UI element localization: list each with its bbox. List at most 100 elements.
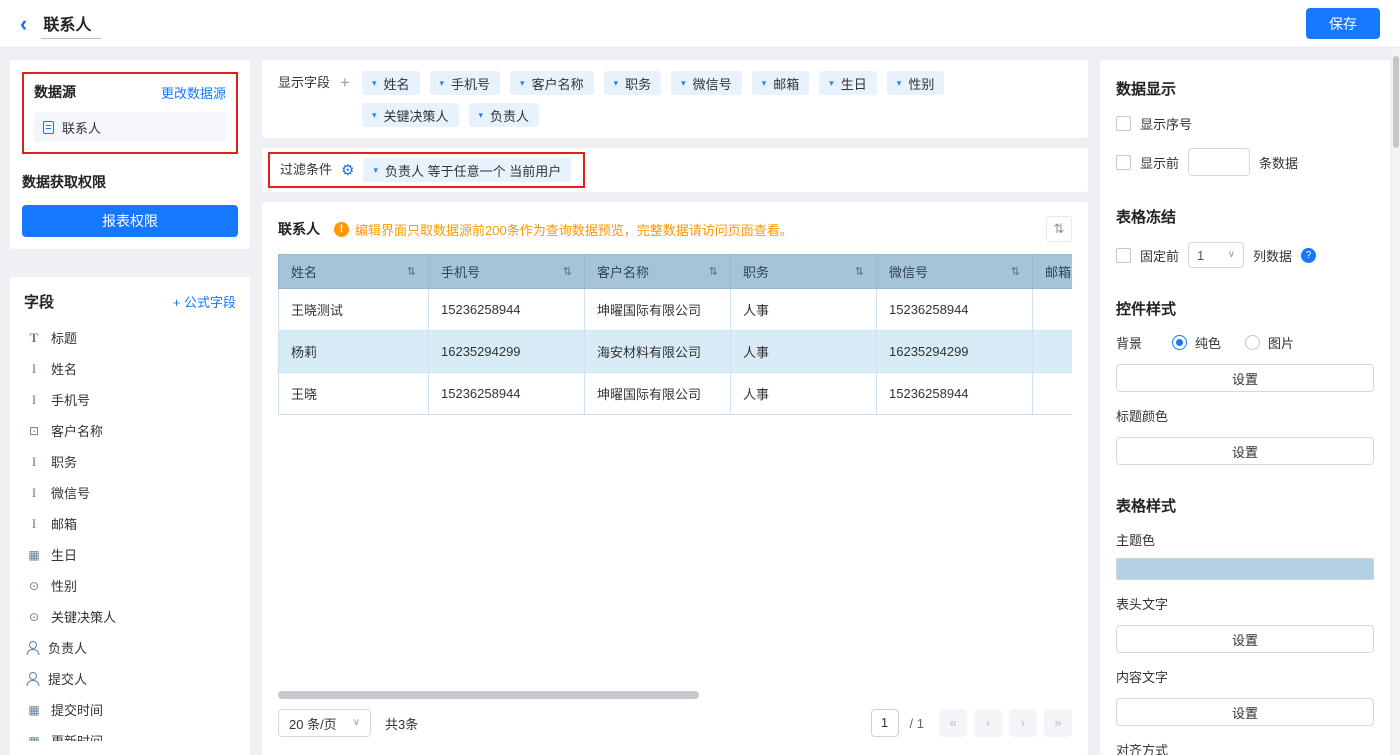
background-set-button[interactable]: 设置 <box>1116 364 1374 392</box>
display-field-chip[interactable]: ▾负责人 <box>469 103 540 127</box>
column-header-label: 微信号 <box>889 262 928 281</box>
annotation-datasource: 数据源 更改数据源 联系人 <box>22 72 238 154</box>
table-cell <box>1033 289 1073 331</box>
app: ‹ 联系人 保存 数据源 更改数据源 联系人 数据获取权限 报表权限 <box>0 0 1400 755</box>
field-item[interactable]: 提交人 <box>24 663 236 694</box>
column-header-content: 手机号⇅ <box>441 262 572 281</box>
report-permission-button[interactable]: 报表权限 <box>22 205 238 237</box>
sort-icon[interactable]: ⇅ <box>563 265 572 278</box>
field-label: 邮箱 <box>51 514 77 533</box>
freeze-prefix-label: 固定前 <box>1140 246 1179 265</box>
help-icon[interactable]: ? <box>1301 248 1316 263</box>
chevron-down-icon: ▾ <box>897 79 902 88</box>
column-header[interactable]: 职务⇅ <box>731 255 877 289</box>
display-field-chip[interactable]: ▾客户名称 <box>510 71 594 95</box>
datasource-item[interactable]: 联系人 <box>34 112 226 142</box>
column-header[interactable]: 邮箱⇅ <box>1033 255 1073 289</box>
column-header[interactable]: 客户名称⇅ <box>585 255 731 289</box>
field-item[interactable]: ⊡客户名称 <box>24 415 236 446</box>
field-label: 负责人 <box>48 638 87 657</box>
change-datasource-link[interactable]: 更改数据源 <box>161 83 226 102</box>
sort-order-icon[interactable]: ⇅ <box>1046 216 1072 242</box>
title-color-set-button[interactable]: 设置 <box>1116 437 1374 465</box>
field-item[interactable]: 负责人 <box>24 632 236 663</box>
field-item[interactable]: ▦提交时间 <box>24 694 236 725</box>
filter-condition-chip[interactable]: ▾ 负责人 等于任意一个 当前用户 <box>363 158 571 182</box>
bg-solid-radio[interactable] <box>1172 335 1187 350</box>
datasource-title: 数据源 <box>34 82 76 102</box>
display-field-chip[interactable]: ▾邮箱 <box>752 71 810 95</box>
fields-card: 字段 + 公式字段 T标题I姓名I手机号⊡客户名称I职务I微信号I邮箱▦生日⊙性… <box>10 277 250 755</box>
sort-icon[interactable]: ⇅ <box>407 265 416 278</box>
table-cell: 坤曜国际有限公司 <box>585 289 731 331</box>
prev-page-button[interactable]: ‹ <box>974 709 1002 737</box>
display-fields-label: 显示字段 <box>278 71 330 95</box>
column-header[interactable]: 姓名⇅ <box>279 255 429 289</box>
add-display-field-button[interactable]: + <box>340 71 350 95</box>
field-item[interactable]: I手机号 <box>24 384 236 415</box>
field-label: 性别 <box>51 576 77 595</box>
field-item[interactable]: ▦生日 <box>24 539 236 570</box>
chip-label: 关键决策人 <box>383 106 448 125</box>
filter-condition-label: 负责人 等于任意一个 当前用户 <box>385 161 561 180</box>
field-item[interactable]: I微信号 <box>24 477 236 508</box>
field-item[interactable]: I邮箱 <box>24 508 236 539</box>
display-field-chip[interactable]: ▾性别 <box>887 71 945 95</box>
chevron-down-icon: ▾ <box>681 79 686 88</box>
freeze-checkbox[interactable] <box>1116 248 1131 263</box>
horizontal-scrollbar-thumb[interactable] <box>278 691 699 699</box>
person-icon <box>26 672 39 686</box>
next-page-button[interactable]: › <box>1009 709 1037 737</box>
freeze-count-select[interactable]: 1 ∨ <box>1188 242 1244 268</box>
preview-table: 姓名⇅手机号⇅客户名称⇅职务⇅微信号⇅邮箱⇅ 王晓测试15236258944坤曜… <box>278 254 1072 415</box>
chevron-down-icon: ▾ <box>829 79 834 88</box>
chevron-down-icon: ▾ <box>479 111 484 120</box>
display-field-chip[interactable]: ▾微信号 <box>671 71 742 95</box>
show-first-count-input[interactable] <box>1188 148 1250 176</box>
vertical-scrollbar-thumb[interactable] <box>1393 56 1399 148</box>
last-page-button[interactable]: » <box>1044 709 1072 737</box>
field-item[interactable]: T标题 <box>24 322 236 353</box>
column-header-content: 客户名称⇅ <box>597 262 718 281</box>
display-field-chip[interactable]: ▾ 职务 <box>604 71 662 95</box>
page-size-select[interactable]: 20 条/页 ∨ <box>278 709 371 737</box>
current-page-input[interactable]: 1 <box>871 709 899 737</box>
gear-icon[interactable]: ⚙ <box>341 163 354 178</box>
show-index-checkbox[interactable] <box>1116 116 1131 131</box>
vertical-scrollbar[interactable] <box>1392 48 1400 755</box>
field-item[interactable]: I职务 <box>24 446 236 477</box>
table-cell: 15236258944 <box>429 289 585 331</box>
content-text-set-button[interactable]: 设置 <box>1116 698 1374 726</box>
column-header[interactable]: 手机号⇅ <box>429 255 585 289</box>
bg-image-radio[interactable] <box>1245 335 1260 350</box>
display-field-chip[interactable]: ▾生日 <box>819 71 877 95</box>
back-icon[interactable]: ‹ <box>20 13 27 35</box>
title-icon: T <box>26 330 42 346</box>
warning-text: 编辑界面只取数据源前200条作为查询数据预览，完整数据请访问页面查看。 <box>355 220 1046 239</box>
field-item[interactable]: ⊙关键决策人 <box>24 601 236 632</box>
theme-color-swatch[interactable] <box>1116 558 1374 580</box>
chevron-down-icon: ▾ <box>614 79 619 88</box>
horizontal-scrollbar[interactable] <box>278 691 1072 699</box>
table-cell: 15236258944 <box>877 289 1033 331</box>
sort-icon[interactable]: ⇅ <box>1011 265 1020 278</box>
field-item[interactable]: I姓名 <box>24 353 236 384</box>
column-header[interactable]: 微信号 ⇅ <box>877 255 1033 289</box>
field-item[interactable]: ⊙性别 <box>24 570 236 601</box>
display-field-chip[interactable]: ▾手机号 <box>430 71 501 95</box>
add-formula-field-link[interactable]: + 公式字段 <box>173 292 236 311</box>
display-fields-card: 显示字段 + ▾姓名▾手机号▾客户名称▾职务▾微信号▾邮箱▾生日▾性别▾关键决策… <box>262 60 1088 138</box>
field-item[interactable]: ▦更新时间 <box>24 725 236 741</box>
header-text-set-button[interactable]: 设置 <box>1116 625 1374 653</box>
table-cell: 海安材料有限公司 <box>585 331 731 373</box>
display-field-chip[interactable]: ▾关键决策人 <box>362 103 459 127</box>
display-field-chip[interactable]: ▾姓名 <box>362 71 420 95</box>
first-page-button[interactable]: « <box>939 709 967 737</box>
table-cell: 16235294299 <box>429 331 585 373</box>
show-first-checkbox[interactable] <box>1116 155 1131 170</box>
chip-label: 职务 <box>625 74 651 93</box>
sort-icon[interactable]: ⇅ <box>855 265 864 278</box>
chip-label: 客户名称 <box>532 74 584 93</box>
save-button[interactable]: 保存 <box>1306 8 1380 39</box>
sort-icon[interactable]: ⇅ <box>709 265 718 278</box>
